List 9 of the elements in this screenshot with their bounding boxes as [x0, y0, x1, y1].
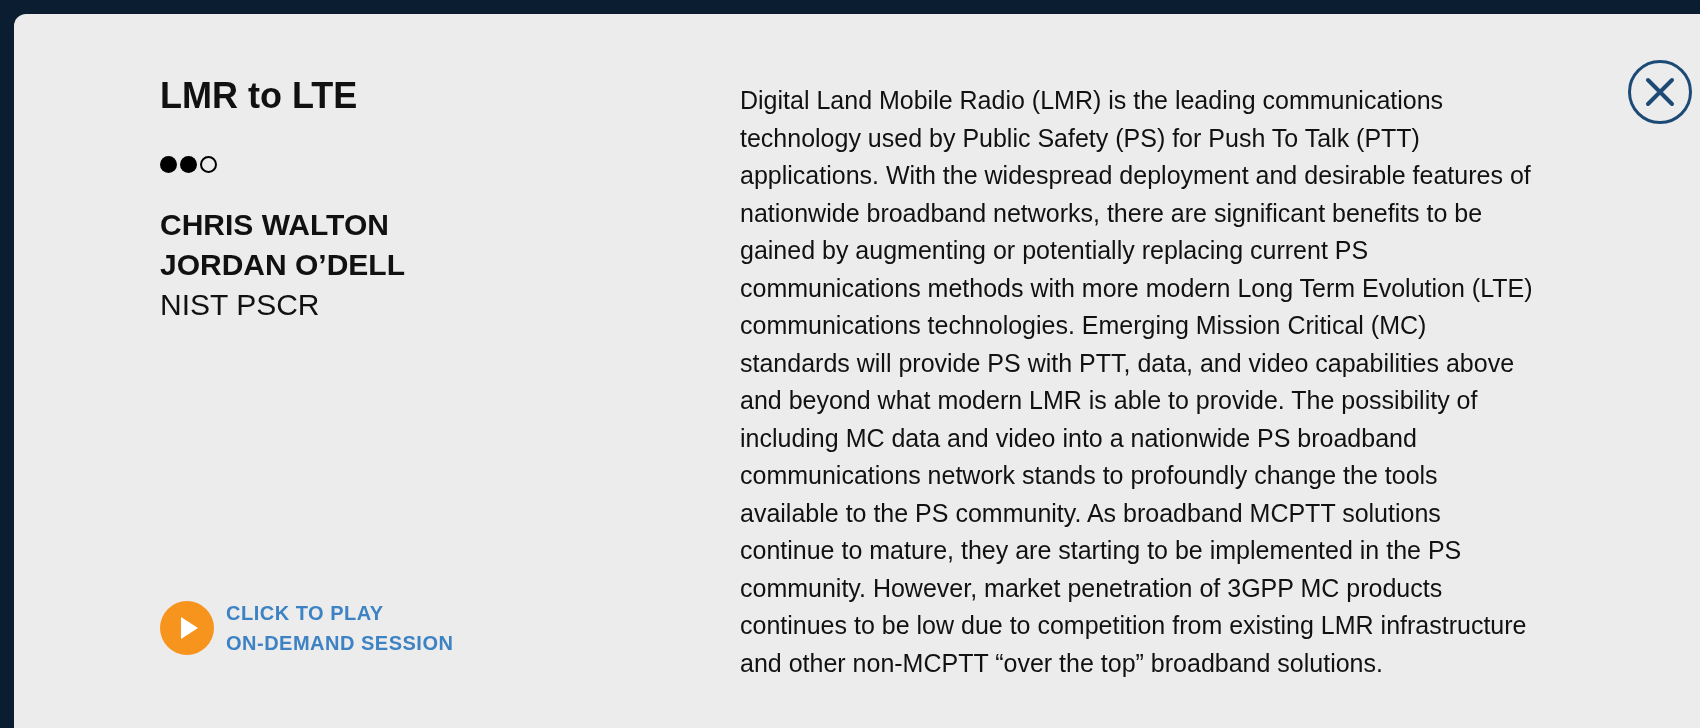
play-icon	[160, 601, 214, 655]
organization-name: NIST PSCR	[160, 287, 320, 323]
play-session-link[interactable]: CLICK TO PLAY ON-DEMAND SESSION	[160, 598, 454, 658]
session-title: LMR to LTE	[160, 74, 358, 118]
speaker-name: JORDAN O’DELL	[160, 247, 405, 283]
close-button[interactable]	[1628, 60, 1692, 124]
speaker-name: CHRIS WALTON	[160, 207, 389, 243]
session-description: Digital Land Mobile Radio (LMR) is the leading communications technology used by Public Safety (PS) for Push To Talk (PTT) applications. With the widespread deployment and desirable features of nationwide broadband networks, there are significant benefits to be gained by augmenting or potentially replacing current PS communications methods with more modern Long Term Evolution (LTE) communications technologies. Emerging Mission Critical (MC) standards will provide PS with PTT, data, and video capabilities above and beyond what modern LMR is able to provide. The possibility of including MC data and video into a nationwide PS broadband communications network stands to profoundly change the tools available to the PS community. As broadband MCPTT solutions continue to mature, they are starting to be implemented in the PS community. However, market penetration of 3GPP MC products continues to be low due to competition from existing LMR infrastructure and other non-MCPTT “over the top” broadband solutions.	[740, 85, 1534, 679]
close-icon	[1645, 77, 1675, 107]
